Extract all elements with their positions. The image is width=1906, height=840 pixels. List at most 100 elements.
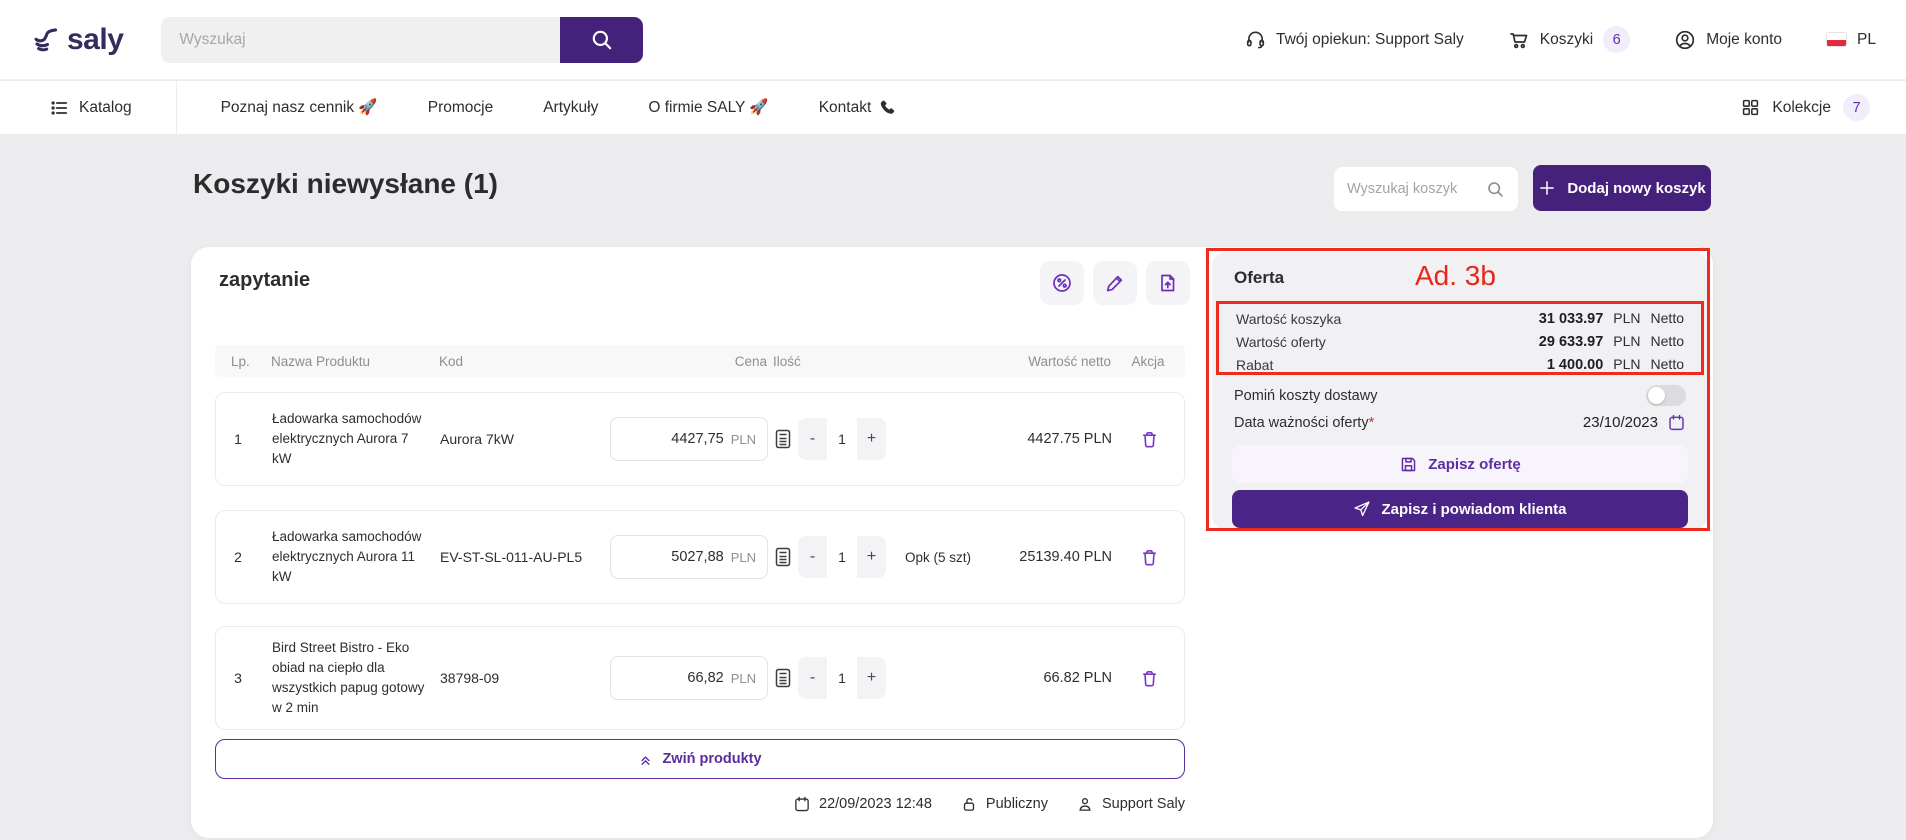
- save-offer-button[interactable]: Zapisz ofertę: [1232, 445, 1688, 483]
- skip-shipping-toggle[interactable]: [1646, 385, 1686, 406]
- price-input[interactable]: 5027,88 PLN: [610, 535, 768, 579]
- qty-minus-button[interactable]: -: [798, 418, 827, 460]
- qty-minus-button[interactable]: -: [798, 536, 827, 578]
- offer-row-currency: PLN: [1613, 310, 1640, 326]
- qty-plus-button[interactable]: +: [857, 536, 886, 578]
- table-row: 1 Ładowarka samochodów elektrycznych Aur…: [215, 392, 1185, 486]
- edit-button[interactable]: [1093, 261, 1137, 305]
- calendar-icon: [793, 795, 811, 813]
- cart-card: zapytanie: [191, 247, 1713, 838]
- file-upload-icon: [1157, 272, 1179, 294]
- validity-date-picker[interactable]: 23/10/2023: [1583, 413, 1686, 432]
- product-code: Aurora 7kW: [440, 431, 610, 447]
- validity-label-text: Data ważności oferty: [1234, 415, 1369, 431]
- offer-row-discount: Rabat 1 400.00 PLN Netto: [1226, 353, 1694, 376]
- qty-value[interactable]: 1: [827, 536, 857, 578]
- offer-row-label: Wartość oferty: [1236, 334, 1326, 350]
- carts-badge: 6: [1603, 26, 1630, 53]
- nav-catalog[interactable]: Katalog: [49, 98, 132, 118]
- offer-row-cart-value: Wartość koszyka 31 033.97 PLN Netto: [1226, 307, 1694, 330]
- calculator-icon[interactable]: [775, 547, 791, 567]
- save-and-notify-button[interactable]: Zapisz i powiadom klienta: [1232, 490, 1688, 528]
- cart-meta: 22/09/2023 12:48 Publiczny Support Saly: [215, 795, 1185, 813]
- product-name: Bird Street Bistro - Eko obiad na ciepło…: [260, 638, 440, 719]
- net-value: 25139.40 PLN: [986, 549, 1112, 565]
- nav-link-promocje[interactable]: Promocje: [428, 99, 493, 117]
- export-button[interactable]: [1146, 261, 1190, 305]
- nav-link-cennik[interactable]: Poznaj nasz cennik 🚀: [221, 98, 378, 117]
- nav-link-o-firmie[interactable]: O firmie SALY 🚀: [648, 98, 768, 117]
- price-input[interactable]: 66,82 PLN: [610, 656, 768, 700]
- calculator-icon[interactable]: [775, 668, 791, 688]
- delete-row-button[interactable]: [1112, 668, 1186, 689]
- qty-plus-button[interactable]: +: [857, 657, 886, 699]
- toggle-knob: [1648, 387, 1665, 404]
- header-search: [161, 17, 643, 63]
- delete-row-button[interactable]: [1112, 429, 1186, 450]
- col-price: Cena: [609, 354, 767, 369]
- save-offer-label: Zapisz ofertę: [1428, 456, 1521, 473]
- col-net: Wartość netto: [985, 354, 1111, 369]
- net-value: 4427.75 PLN: [986, 431, 1112, 447]
- annotation-text: Ad. 3b: [1415, 260, 1496, 292]
- skip-shipping-label: Pomiń koszty dostawy: [1234, 388, 1377, 404]
- pack-info: Opk (5 szt): [890, 550, 986, 565]
- col-qty: Ilość: [767, 354, 889, 369]
- offer-panel: Oferta Ad. 3b Wartość koszyka 31 033.97 …: [1212, 252, 1708, 530]
- col-code: Kod: [439, 354, 609, 369]
- header-search-input[interactable]: [161, 17, 560, 63]
- language-item[interactable]: PL: [1826, 31, 1876, 49]
- caretaker-item[interactable]: Twój opiekun: Support Saly: [1245, 29, 1464, 50]
- discount-button[interactable]: [1040, 261, 1084, 305]
- price-currency: PLN: [731, 432, 756, 447]
- nav-link-kontakt[interactable]: Kontakt: [819, 98, 898, 117]
- carts-item[interactable]: Koszyki 6: [1508, 26, 1630, 53]
- cart-datetime-label: 22/09/2023 12:48: [819, 796, 932, 812]
- offer-row-value: 1 400.00: [1547, 357, 1603, 373]
- cart-visibility: Publiczny: [960, 795, 1048, 813]
- cart-owner: Support Saly: [1076, 795, 1185, 813]
- calculator-icon[interactable]: [775, 429, 791, 449]
- nav-link-artykuly[interactable]: Artykuły: [543, 99, 598, 117]
- delete-row-button[interactable]: [1112, 547, 1186, 568]
- percent-circle-icon: [1051, 272, 1073, 294]
- saly-logo[interactable]: saly: [30, 23, 123, 57]
- account-label: Moje konto: [1706, 31, 1782, 49]
- validity-date: 23/10/2023: [1583, 414, 1658, 431]
- offer-row-label: Wartość koszyka: [1236, 311, 1341, 327]
- cart-logo-icon: [30, 23, 64, 57]
- cart-actions: [1040, 261, 1190, 305]
- qty-plus-button[interactable]: +: [857, 418, 886, 460]
- row-lp: 2: [216, 549, 260, 565]
- top-header: saly: [0, 0, 1906, 80]
- product-code: 38798-09: [440, 670, 610, 686]
- nav-divider: [176, 81, 177, 134]
- send-icon: [1353, 500, 1371, 518]
- add-cart-label: Dodaj nowy koszyk: [1567, 180, 1705, 197]
- calendar-icon: [1667, 413, 1686, 432]
- table-header: Lp. Nazwa Produktu Kod Cena Ilość Wartoś…: [215, 345, 1185, 377]
- offer-row-netto: Netto: [1651, 333, 1684, 349]
- price-input[interactable]: 4427,75 PLN: [610, 417, 768, 461]
- collapse-products-button[interactable]: Zwiń produkty: [215, 739, 1185, 779]
- plus-icon: [1538, 179, 1556, 197]
- header-search-button[interactable]: [560, 17, 643, 63]
- qty-minus-button[interactable]: -: [798, 657, 827, 699]
- qty-value[interactable]: 1: [827, 657, 857, 699]
- cart-search: [1334, 167, 1518, 211]
- header-right: Twój opiekun: Support Saly Koszyki 6: [1245, 26, 1876, 53]
- validity-label: Data ważności oferty*: [1234, 415, 1374, 431]
- table-row: 2 Ładowarka samochodów elektrycznych Aur…: [215, 510, 1185, 604]
- carts-label: Koszyki: [1540, 31, 1593, 49]
- nav-collections[interactable]: Kolekcje 7: [1741, 94, 1870, 121]
- quantity-stepper: - 1 +: [798, 418, 886, 460]
- add-cart-button[interactable]: Dodaj nowy koszyk: [1533, 165, 1711, 211]
- qty-value[interactable]: 1: [827, 418, 857, 460]
- row-lp: 1: [216, 431, 260, 447]
- account-item[interactable]: Moje konto: [1674, 29, 1782, 51]
- offer-row-currency: PLN: [1613, 333, 1640, 349]
- language-label: PL: [1857, 31, 1876, 49]
- cart-search-input[interactable]: [1347, 181, 1486, 197]
- headset-icon: [1245, 29, 1266, 50]
- skip-shipping-row: Pomiń koszty dostawy: [1234, 385, 1686, 406]
